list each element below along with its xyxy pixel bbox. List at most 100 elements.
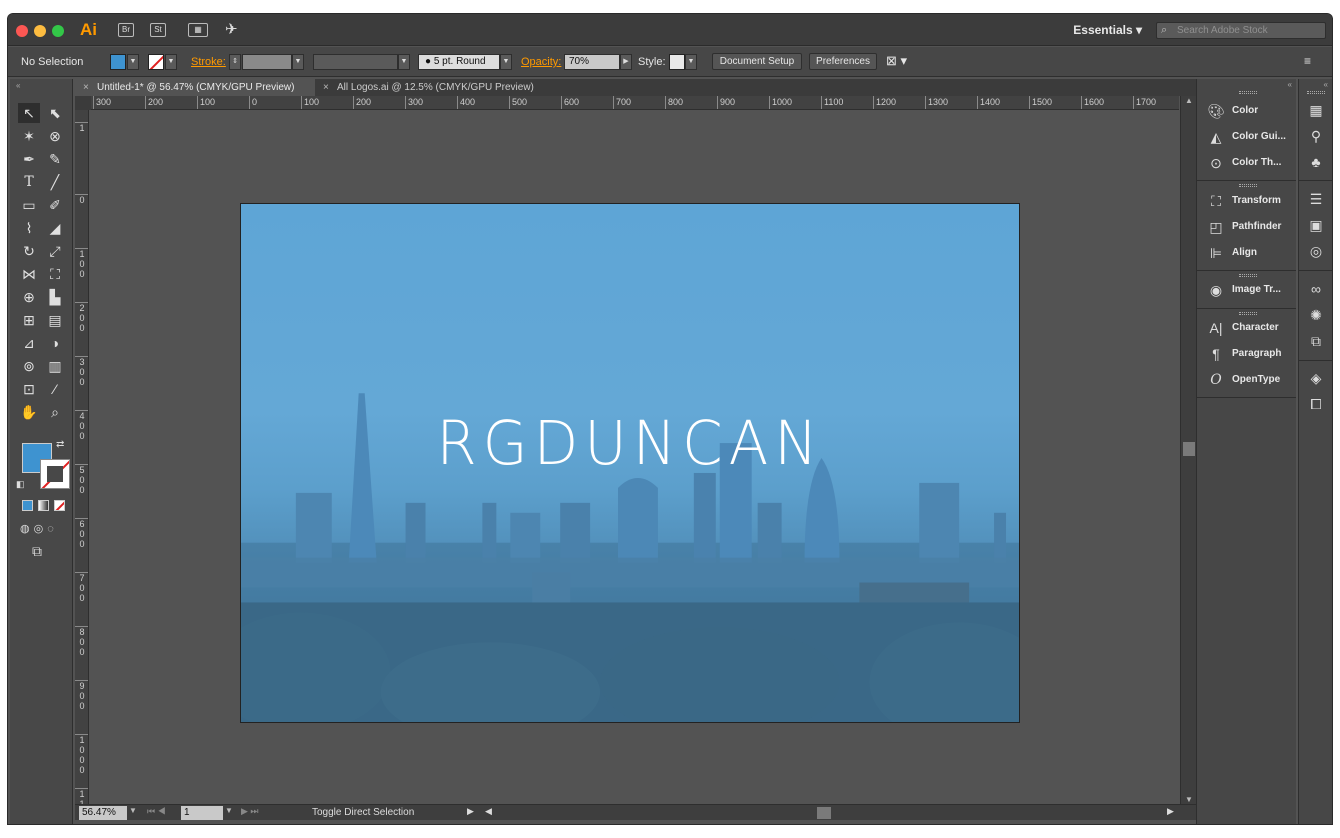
stroke-swatch[interactable] [148,54,164,70]
fill-swatch[interactable] [110,54,126,70]
panel-opentype[interactable]: O OpenType [1197,367,1296,393]
close-tab-icon[interactable]: × [83,79,89,96]
curvature-tool-icon[interactable]: ✎ [44,149,66,169]
preferences-button[interactable]: Preferences [809,53,877,70]
stroke-label[interactable]: Stroke: [191,56,226,68]
vertical-ruler[interactable]: 1010020030040050060070080090010001100 [75,110,89,808]
vertical-scrollbar[interactable]: ▲ ▼ [1180,96,1196,806]
minimize-window-button[interactable] [34,25,46,37]
artboard-tool-icon[interactable]: ⊡ [18,379,40,399]
stroke-dropdown[interactable]: ▼ [165,54,177,70]
panel-menu-icon[interactable]: ≡ [1304,54,1311,68]
opacity-field[interactable]: 70% [564,54,620,70]
artboard-dropdown[interactable]: ▼ [225,806,233,815]
mesh-tool-icon[interactable]: ⊞ [18,310,40,330]
expand-panels-icon[interactable]: « [1324,80,1328,89]
scroll-down-icon[interactable]: ▼ [1185,795,1193,804]
drawing-modes-icon[interactable]: ◍◎◌ [20,522,58,535]
horizontal-scroll-thumb[interactable] [817,807,831,819]
layers-icon[interactable]: ◈ [1307,369,1325,387]
paintbrush-tool-icon[interactable]: ✐ [44,195,66,215]
horizontal-ruler[interactable]: 300 200 100 0 100 200 300 400 500 600 700 800 900 100… [91,96,1179,110]
workspace-switcher[interactable]: Essentials ▾ [1073,23,1142,37]
tab-untitled[interactable]: × Untitled-1* @ 56.47% (CMYK/GPU Preview… [75,79,315,96]
color-mode-button[interactable] [22,500,33,511]
brush-dropdown[interactable]: ▼ [500,54,512,70]
symbol-sprayer-tool-icon[interactable]: ⊚ [18,356,40,376]
panel-grip[interactable] [1307,91,1325,94]
scroll-right-icon[interactable]: ▶ [1167,806,1174,817]
swatches-icon[interactable]: ▦ [1307,101,1325,119]
cc-libraries-icon[interactable]: ∞ [1307,280,1325,298]
artboards-icon[interactable]: ⧠ [1307,395,1325,413]
direct-selection-tool-icon[interactable]: ⬉ [44,103,66,123]
panel-transform[interactable]: ⛶ Transform [1197,188,1296,214]
perspective-grid-tool-icon[interactable]: ▙ [44,287,66,307]
column-graph-tool-icon[interactable]: ▥ [44,356,66,376]
fill-dropdown[interactable]: ▼ [127,54,139,70]
lasso-tool-icon[interactable]: ⊗ [44,126,66,146]
canvas[interactable]: RGDUNCAN [90,111,1179,805]
default-fill-stroke-icon[interactable]: ◧ [16,479,25,490]
gradient-tool-icon[interactable]: ▤ [44,310,66,330]
collapse-panels-icon[interactable]: « [1288,80,1292,89]
opacity-slider-button[interactable]: ▶ [620,54,632,70]
screen-mode-icon[interactable]: ⧉ [32,543,42,560]
style-dropdown[interactable]: ▼ [685,54,697,70]
magic-wand-tool-icon[interactable]: ✶ [18,126,40,146]
swap-fill-stroke-icon[interactable]: ⇄ [56,439,64,450]
zoom-field[interactable]: 56.47% [79,806,127,820]
transparency-icon[interactable]: ◎ [1307,242,1325,260]
document-setup-button[interactable]: Document Setup [712,53,802,70]
vertical-scroll-thumb[interactable] [1183,442,1195,456]
scroll-up-icon[interactable]: ▲ [1185,96,1193,105]
close-window-button[interactable] [16,25,28,37]
graphic-style-swatch[interactable] [669,54,685,70]
stroke-panel-icon[interactable]: ☰ [1307,190,1325,208]
panel-grip[interactable] [1239,184,1257,187]
tab-all-logos[interactable]: × All Logos.ai @ 12.5% (CMYK/GPU Preview… [315,79,555,96]
brushes-icon[interactable]: ⚲ [1307,127,1325,145]
rectangle-tool-icon[interactable]: ▭ [18,195,40,215]
shaper-tool-icon[interactable]: ⌇ [18,218,40,238]
artboard-number-field[interactable]: 1 [181,806,223,820]
panel-color-guide[interactable]: ◭ Color Gui... [1197,124,1296,150]
hand-tool-icon[interactable]: ✋ [18,402,40,422]
stroke-weight-field[interactable] [242,54,292,70]
gradient-mode-button[interactable] [38,500,49,511]
brush-definition-field[interactable]: ● 5 pt. Round [418,54,500,70]
panel-align[interactable]: ⊫ Align [1197,240,1296,266]
panel-paragraph[interactable]: ¶ Paragraph [1197,341,1296,367]
slice-tool-icon[interactable]: ⁄ [44,379,66,399]
panel-grip[interactable] [1239,91,1257,94]
selection-tool-icon[interactable]: ↖ [18,103,40,123]
scale-tool-icon[interactable]: ⤢ [44,241,66,261]
shape-builder-tool-icon[interactable]: ⊕ [18,287,40,307]
first-artboard-icon[interactable]: ⏮ ◀ [147,806,166,817]
gradient-panel-icon[interactable]: ▣ [1307,216,1325,234]
next-artboard-icon[interactable]: ▶ ⏭ [241,806,259,817]
panel-image-trace[interactable]: ◉ Image Tr... [1197,277,1296,303]
bridge-button[interactable]: Br [118,23,134,37]
none-mode-button[interactable] [54,500,65,511]
collapse-toolbar-icon[interactable]: « [16,81,20,90]
profile-dropdown[interactable]: ▼ [398,54,410,70]
panel-character[interactable]: A| Character [1197,315,1296,341]
type-tool-icon[interactable]: T [18,172,40,192]
rotate-tool-icon[interactable]: ↻ [18,241,40,261]
maximize-window-button[interactable] [52,25,64,37]
arrange-documents-icon[interactable]: ▦ [188,23,208,37]
scroll-left-icon[interactable]: ◀ [485,806,492,817]
line-segment-tool-icon[interactable]: ╱ [44,172,66,192]
logo-text[interactable]: RGDUNCAN [241,407,1019,478]
status-menu-icon[interactable]: ▶ [467,806,474,817]
free-transform-tool-icon[interactable]: ⛶ [44,264,66,284]
zoom-dropdown[interactable]: ▼ [129,806,137,815]
zoom-tool-icon[interactable]: ⌕ [44,402,66,422]
opacity-label[interactable]: Opacity: [521,56,561,68]
stock-button[interactable]: St [150,23,166,37]
stock-search-input[interactable]: ⌕ Search Adobe Stock [1156,22,1326,39]
artboard[interactable]: RGDUNCAN [240,203,1020,723]
graphic-styles-icon[interactable]: ⧉ [1307,332,1325,350]
stroke-color-box[interactable] [40,459,70,489]
